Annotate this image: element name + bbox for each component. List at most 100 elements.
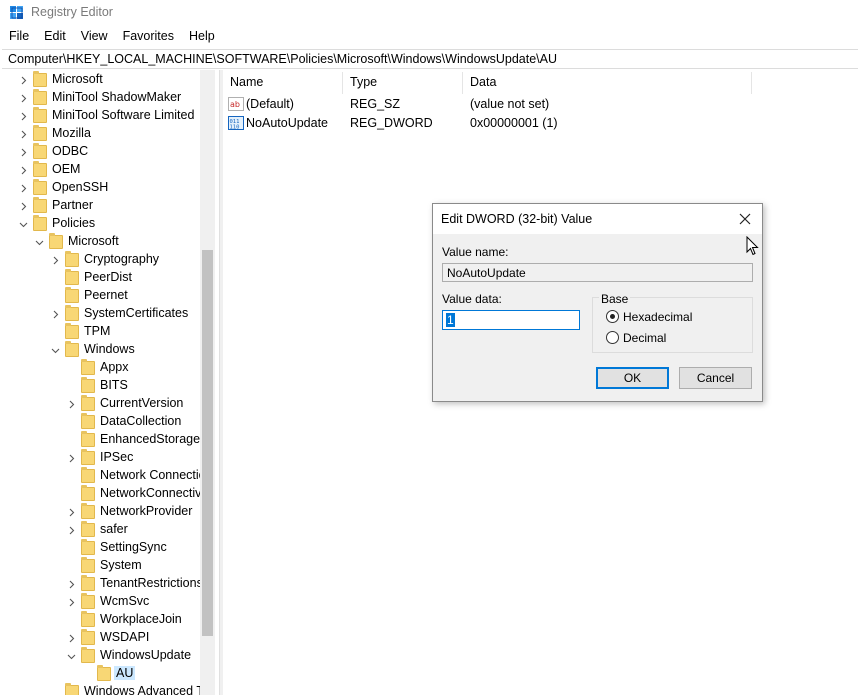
chevron-down-icon[interactable] — [33, 233, 45, 251]
tree-item[interactable]: Network Connectio — [0, 467, 215, 485]
menu-edit[interactable]: Edit — [44, 27, 66, 47]
hexadecimal-radio[interactable] — [606, 310, 619, 323]
tree-item-label: MiniTool Software Limited — [52, 108, 195, 122]
chevron-right-icon[interactable] — [17, 197, 29, 215]
value-data-input[interactable]: 1 — [442, 310, 580, 330]
list-row[interactable]: 011 110 NoAutoUpdate REG_DWORD 0x0000000… — [223, 114, 752, 133]
menu-view[interactable]: View — [81, 27, 108, 47]
tree-item-label: WorkplaceJoin — [100, 612, 182, 626]
chevron-right-icon[interactable] — [65, 629, 77, 647]
folder-icon — [81, 485, 95, 501]
address-bar[interactable]: Computer\HKEY_LOCAL_MACHINE\SOFTWARE\Pol… — [2, 49, 858, 69]
chevron-right-icon[interactable] — [65, 521, 77, 539]
chevron-down-icon[interactable] — [49, 341, 61, 359]
tree-item[interactable]: OpenSSH — [0, 179, 215, 197]
tree-item[interactable]: MiniTool Software Limited — [0, 107, 215, 125]
chevron-right-icon[interactable] — [49, 305, 61, 323]
chevron-right-icon[interactable] — [65, 449, 77, 467]
tree-item-label: Windows Advanced T — [84, 684, 204, 695]
tree-item[interactable]: Policies — [0, 215, 215, 233]
chevron-down-icon[interactable] — [17, 215, 29, 233]
tree-item-label: NetworkProvider — [100, 504, 193, 518]
tree-item[interactable]: WcmSvc — [0, 593, 215, 611]
tree-item-label: Microsoft — [52, 72, 103, 86]
cancel-button[interactable]: Cancel — [679, 367, 752, 389]
list-row[interactable]: ab (Default) REG_SZ (value not set) — [223, 95, 752, 114]
tree-item[interactable]: EnhancedStorageD — [0, 431, 215, 449]
tree-item[interactable]: System — [0, 557, 215, 575]
chevron-right-icon[interactable] — [17, 71, 29, 89]
close-icon[interactable] — [734, 208, 756, 230]
tree-item[interactable]: WorkplaceJoin — [0, 611, 215, 629]
ok-button[interactable]: OK — [596, 367, 669, 389]
tree-item-label: SettingSync — [100, 540, 167, 554]
folder-icon — [33, 179, 47, 195]
chevron-right-icon[interactable] — [65, 575, 77, 593]
tree-item[interactable]: Cryptography — [0, 251, 215, 269]
tree-item[interactable]: AU — [0, 665, 215, 683]
tree-item-label: OpenSSH — [52, 180, 109, 194]
chevron-right-icon[interactable] — [65, 503, 77, 521]
dialog-title-bar[interactable]: Edit DWORD (32-bit) Value — [433, 204, 762, 234]
chevron-down-icon[interactable] — [65, 647, 77, 665]
value-data: 0x00000001 (1) — [470, 116, 558, 130]
folder-icon — [81, 503, 95, 519]
menu-file[interactable]: File — [9, 27, 29, 47]
tree-item[interactable]: TenantRestrictions — [0, 575, 215, 593]
tree-item[interactable]: Peernet — [0, 287, 215, 305]
tree-item[interactable]: PeerDist — [0, 269, 215, 287]
tree-item[interactable]: Appx — [0, 359, 215, 377]
folder-icon — [65, 323, 79, 339]
menu-favorites[interactable]: Favorites — [123, 27, 174, 47]
chevron-right-icon[interactable] — [17, 125, 29, 143]
chevron-right-icon[interactable] — [17, 107, 29, 125]
column-name-header[interactable]: Name — [223, 72, 343, 94]
tree-item[interactable]: TPM — [0, 323, 215, 341]
column-type-header[interactable]: Type — [343, 72, 463, 94]
tree-item-label: safer — [100, 522, 128, 536]
tree-item-label: MiniTool ShadowMaker — [52, 90, 182, 104]
tree-scrollbar[interactable] — [200, 70, 215, 695]
title-bar: Registry Editor — [0, 0, 858, 26]
chevron-right-icon[interactable] — [17, 161, 29, 179]
tree-item[interactable]: Mozilla — [0, 125, 215, 143]
decimal-label[interactable]: Decimal — [623, 331, 666, 345]
tree-item[interactable]: CurrentVersion — [0, 395, 215, 413]
tree-item[interactable]: NetworkProvider — [0, 503, 215, 521]
tree-item[interactable]: Microsoft — [0, 233, 215, 251]
registry-tree[interactable]: Microsoft MiniTool ShadowMaker MiniTool So… — [0, 70, 215, 695]
tree-item[interactable]: Microsoft — [0, 71, 215, 89]
chevron-right-icon[interactable] — [17, 143, 29, 161]
tree-item[interactable]: Windows Advanced T — [0, 683, 215, 695]
hexadecimal-label[interactable]: Hexadecimal — [623, 310, 692, 324]
folder-icon — [33, 125, 47, 141]
value-data-label: Value data: — [442, 292, 502, 306]
chevron-right-icon[interactable] — [17, 89, 29, 107]
chevron-right-icon[interactable] — [65, 395, 77, 413]
chevron-right-icon[interactable] — [17, 179, 29, 197]
base-label: Base — [599, 292, 631, 306]
tree-scrollbar-thumb[interactable] — [202, 250, 213, 636]
tree-item[interactable]: SystemCertificates — [0, 305, 215, 323]
tree-item[interactable]: WSDAPI — [0, 629, 215, 647]
tree-item-label: Peernet — [84, 288, 128, 302]
chevron-right-icon[interactable] — [65, 593, 77, 611]
tree-item[interactable]: BITS — [0, 377, 215, 395]
tree-item[interactable]: safer — [0, 521, 215, 539]
folder-icon — [33, 161, 47, 177]
tree-item[interactable]: NetworkConnectiv — [0, 485, 215, 503]
tree-item[interactable]: OEM — [0, 161, 215, 179]
tree-item[interactable]: DataCollection — [0, 413, 215, 431]
menu-help[interactable]: Help — [189, 27, 215, 47]
dword-value-icon: 011 110 — [228, 116, 244, 131]
tree-item[interactable]: ODBC — [0, 143, 215, 161]
tree-item[interactable]: Partner — [0, 197, 215, 215]
tree-item[interactable]: IPSec — [0, 449, 215, 467]
tree-item[interactable]: SettingSync — [0, 539, 215, 557]
tree-item[interactable]: MiniTool ShadowMaker — [0, 89, 215, 107]
chevron-right-icon[interactable] — [49, 251, 61, 269]
tree-item[interactable]: WindowsUpdate — [0, 647, 215, 665]
decimal-radio[interactable] — [606, 331, 619, 344]
tree-item[interactable]: Windows — [0, 341, 215, 359]
column-data-header[interactable]: Data — [463, 72, 752, 94]
